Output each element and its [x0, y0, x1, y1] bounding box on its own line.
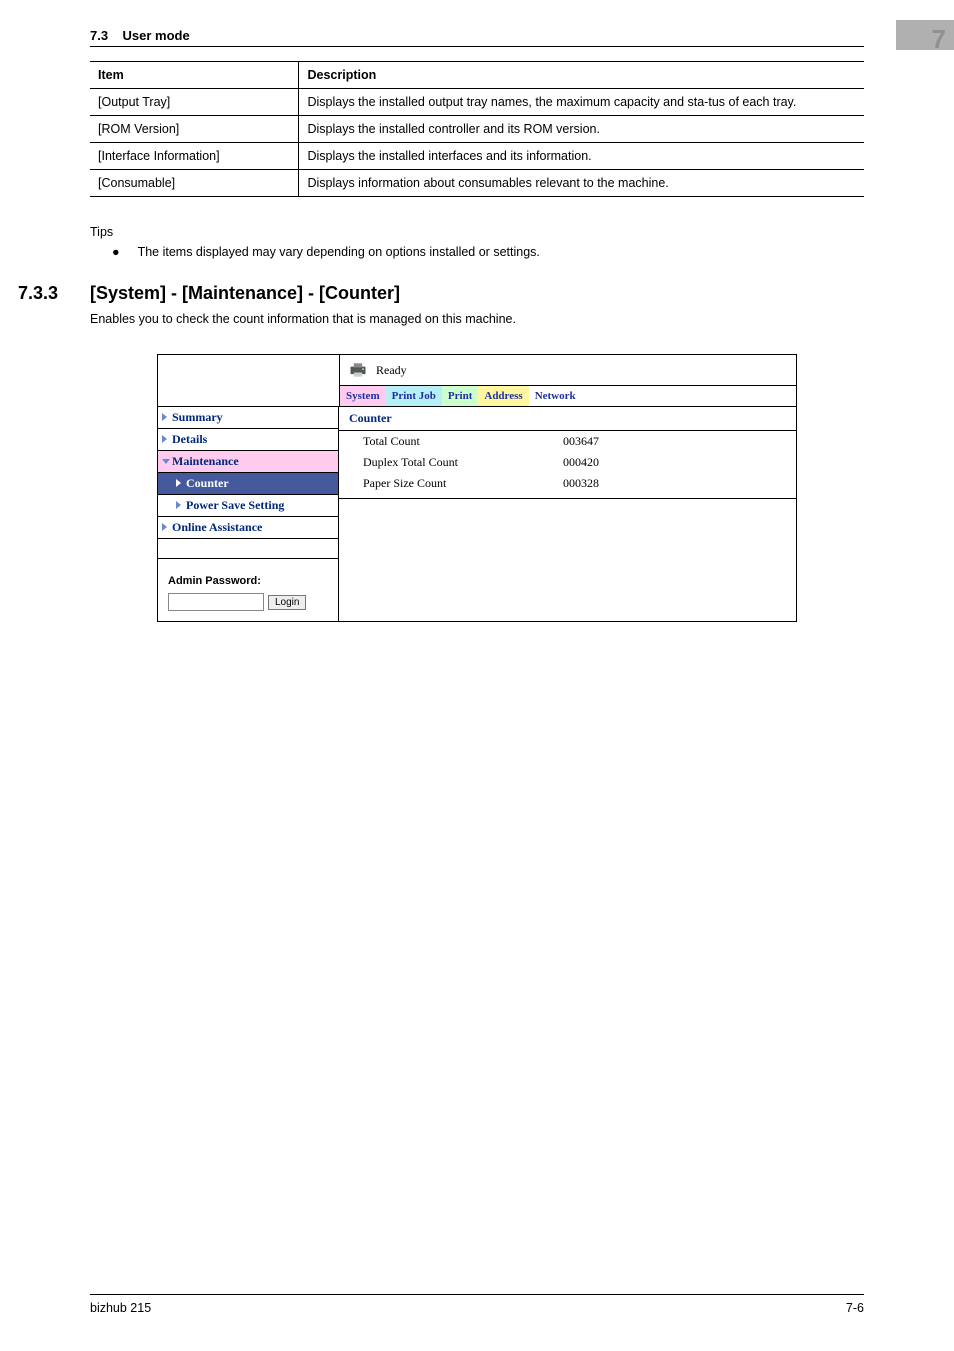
cell-item: [ROM Version]: [90, 116, 299, 143]
tab-bar: System Print Job Print Address Network: [340, 386, 796, 406]
status-text: Ready: [376, 363, 407, 378]
section-title: User mode: [123, 28, 190, 43]
chevron-right-icon: [176, 479, 181, 487]
subsection-title: [System] - [Maintenance] - [Counter]: [90, 283, 400, 304]
page-header: 7.3 User mode: [90, 0, 864, 47]
chevron-right-icon: [162, 435, 167, 443]
tips-section: Tips ● The items displayed may vary depe…: [90, 225, 864, 259]
subsection-body: Enables you to check the count informati…: [90, 312, 864, 326]
chevron-right-icon: [162, 523, 167, 531]
nav-maintenance[interactable]: Maintenance: [158, 451, 338, 473]
content-heading: Counter: [339, 407, 796, 431]
nav-online-assistance[interactable]: Online Assistance: [158, 517, 338, 539]
nav-blank-row: [158, 539, 338, 559]
counter-value: 000420: [563, 455, 599, 470]
nav-label: Summary: [172, 410, 223, 424]
login-button[interactable]: Login: [268, 595, 306, 610]
col-header-desc: Description: [299, 62, 864, 89]
counter-row: Duplex Total Count 000420: [339, 452, 796, 473]
counter-value: 000328: [563, 476, 599, 491]
counter-label: Paper Size Count: [363, 476, 563, 491]
nav-summary[interactable]: Summary: [158, 407, 338, 429]
tips-heading: Tips: [90, 225, 864, 239]
footer-product: bizhub 215: [90, 1301, 151, 1315]
counter-row: Paper Size Count 000328: [339, 473, 796, 494]
side-nav: Summary Details Maintenance Counter Powe…: [158, 407, 339, 621]
cell-desc: Displays the installed interfaces and it…: [299, 143, 864, 170]
table-row: [Interface Information] Displays the ins…: [90, 143, 864, 170]
page-footer: bizhub 215 7-6: [90, 1294, 864, 1315]
cell-desc: Displays the installed controller and it…: [299, 116, 864, 143]
webui-panel: Ready System Print Job Print Address Net…: [157, 354, 797, 622]
tab-system[interactable]: System: [340, 386, 386, 406]
tab-address[interactable]: Address: [478, 386, 528, 406]
nav-label: Details: [172, 432, 207, 446]
nav-label: Power Save Setting: [186, 498, 284, 512]
counter-label: Total Count: [363, 434, 563, 449]
subsection-header: 7.3.3 [System] - [Maintenance] - [Counte…: [0, 283, 864, 304]
header-left: 7.3 User mode: [90, 28, 190, 43]
table-row: [ROM Version] Displays the installed con…: [90, 116, 864, 143]
counter-value: 003647: [563, 434, 599, 449]
tab-print[interactable]: Print: [442, 386, 478, 406]
col-header-item: Item: [90, 62, 299, 89]
table-row: [Output Tray] Displays the installed out…: [90, 89, 864, 116]
status-bar: Ready: [340, 355, 796, 386]
chevron-down-icon: [162, 459, 170, 464]
content-area: Counter Total Count 003647 Duplex Total …: [339, 407, 796, 621]
table-row: [Consumable] Displays information about …: [90, 170, 864, 197]
printer-icon: [348, 361, 368, 379]
cell-desc: Displays information about consumables r…: [299, 170, 864, 197]
bullet-dot: ●: [112, 245, 120, 259]
admin-password-input[interactable]: [168, 593, 264, 611]
counter-row: Total Count 003647: [339, 431, 796, 452]
description-table: Item Description [Output Tray] Displays …: [90, 61, 864, 197]
chapter-number: 7: [932, 24, 946, 55]
admin-login-area: Admin Password: Login: [158, 559, 338, 621]
tips-bullet: ● The items displayed may vary depending…: [90, 245, 864, 259]
admin-password-label: Admin Password:: [168, 575, 328, 587]
chevron-right-icon: [162, 413, 167, 421]
nav-details[interactable]: Details: [158, 429, 338, 451]
nav-counter[interactable]: Counter: [158, 473, 338, 495]
cell-item: [Interface Information]: [90, 143, 299, 170]
cell-desc: Displays the installed output tray names…: [299, 89, 864, 116]
content-separator: [339, 498, 796, 499]
nav-label: Online Assistance: [172, 520, 262, 534]
cell-item: [Output Tray]: [90, 89, 299, 116]
webui-top-left-blank: [158, 355, 339, 406]
tab-print-job[interactable]: Print Job: [386, 386, 442, 406]
counter-label: Duplex Total Count: [363, 455, 563, 470]
nav-label: Maintenance: [172, 454, 239, 468]
nav-power-save[interactable]: Power Save Setting: [158, 495, 338, 517]
tips-text: The items displayed may vary depending o…: [138, 245, 540, 259]
cell-item: [Consumable]: [90, 170, 299, 197]
section-number: 7.3: [90, 28, 108, 43]
nav-label: Counter: [186, 476, 229, 490]
tab-network[interactable]: Network: [529, 386, 582, 406]
chevron-right-icon: [176, 501, 181, 509]
chapter-badge: 7: [896, 20, 954, 50]
subsection-number: 7.3.3: [18, 283, 90, 304]
footer-page: 7-6: [846, 1301, 864, 1315]
